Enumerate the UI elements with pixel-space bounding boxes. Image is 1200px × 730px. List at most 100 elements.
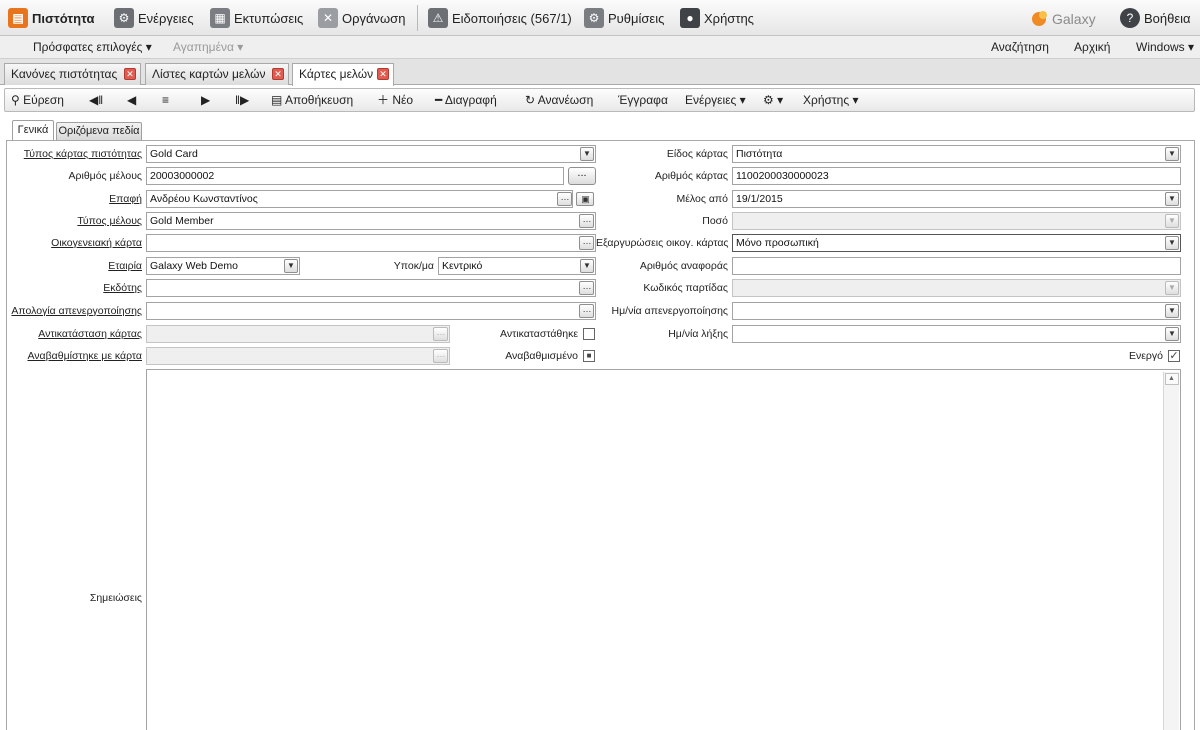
ellipsis-icon[interactable]: … bbox=[579, 281, 594, 295]
family-card-input[interactable] bbox=[146, 234, 596, 252]
menu-settings[interactable]: ⚙ Ρυθμίσεις bbox=[584, 0, 664, 36]
main-menubar: ▤ Πιστότητα ⚙ Ενέργειες ▦ Εκτυπώσεις ✕ Ο… bbox=[0, 0, 1200, 36]
actions-menu-button[interactable]: Ενέργειες ▾ bbox=[685, 89, 746, 111]
contact-card-icon[interactable]: ▣ bbox=[576, 192, 594, 206]
galaxy-logo-icon: Galaxy bbox=[1032, 11, 1096, 27]
reference-number-input[interactable] bbox=[732, 257, 1181, 275]
ellipsis-icon[interactable]: … bbox=[579, 304, 594, 318]
ellipsis-icon: … bbox=[433, 327, 448, 341]
close-icon[interactable]: ✕ bbox=[272, 68, 284, 80]
user-menu-button[interactable]: Χρήστης ▾ bbox=[803, 89, 858, 111]
gears-icon: ⚙ bbox=[114, 8, 134, 28]
issuer-label[interactable]: Εκδότης bbox=[10, 279, 142, 297]
card-kind-select[interactable]: Πιστότητα bbox=[732, 145, 1181, 163]
next-record-button[interactable]: ▶ bbox=[201, 89, 210, 111]
card-replacement-input bbox=[146, 325, 450, 343]
close-icon[interactable]: ✕ bbox=[377, 68, 389, 80]
tab-custom-fields[interactable]: Οριζόμενα πεδία bbox=[56, 122, 142, 140]
menu-settings-label: Ρυθμίσεις bbox=[608, 10, 665, 26]
menu-loyalty[interactable]: ▤ Πιστότητα bbox=[8, 0, 94, 36]
user-icon: ● bbox=[680, 8, 700, 28]
chevron-down-icon[interactable]: ▼ bbox=[1165, 147, 1179, 161]
ellipsis-icon[interactable]: … bbox=[579, 214, 594, 228]
menu-user-label: Χρήστης bbox=[704, 10, 754, 26]
member-number-button[interactable]: ... bbox=[568, 167, 596, 185]
chevron-down-icon[interactable]: ▼ bbox=[1165, 327, 1179, 341]
previous-record-button[interactable]: ◀ bbox=[127, 89, 136, 111]
new-button[interactable]: ＋ Νέο bbox=[377, 89, 413, 111]
help-icon: ? bbox=[1120, 8, 1140, 28]
replaced-checkbox[interactable] bbox=[583, 328, 595, 340]
chevron-down-icon[interactable]: ▼ bbox=[1165, 236, 1179, 250]
previous-icon: ◀ bbox=[127, 93, 137, 107]
company-select[interactable]: Galaxy Web Demo bbox=[146, 257, 300, 275]
recent-menu[interactable]: Πρόσφατες επιλογές ▾ bbox=[33, 36, 152, 59]
scroll-up-icon[interactable]: ▲ bbox=[1164, 373, 1179, 385]
menu-notifications[interactable]: ⚠ Ειδοποιήσεις (567/1) bbox=[428, 0, 572, 36]
refresh-button[interactable]: ↻ Ανανέωση bbox=[525, 89, 593, 111]
reference-number-label: Αριθμός αναφοράς bbox=[639, 260, 728, 272]
last-record-button[interactable]: ‖▶ bbox=[235, 89, 249, 111]
menu-help[interactable]: ? Βοήθεια bbox=[1120, 0, 1191, 36]
upgraded-checkbox[interactable]: ■ bbox=[583, 350, 595, 362]
record-list-button[interactable]: ≡ bbox=[162, 89, 169, 111]
contact-input[interactable]: Ανδρέου Κωνσταντίνος bbox=[146, 190, 573, 208]
deactivation-reason-label[interactable]: Απολογία απενεργοποίησης bbox=[4, 302, 142, 320]
last-record-icon: ‖▶ bbox=[235, 93, 250, 107]
deactivation-date-input[interactable] bbox=[732, 302, 1181, 320]
card-type-label[interactable]: Τύπος κάρτας πιστότητας bbox=[10, 145, 142, 163]
chevron-down-icon[interactable]: ▼ bbox=[284, 259, 298, 273]
family-redemptions-select[interactable]: Μόνο προσωπική bbox=[732, 234, 1181, 252]
windows-menu[interactable]: Windows ▾ bbox=[1136, 36, 1194, 59]
ellipsis-icon[interactable]: … bbox=[557, 192, 572, 206]
save-button[interactable]: ▤ Αποθήκευση bbox=[271, 89, 353, 111]
member-since-date[interactable]: 19/1/2015 bbox=[732, 190, 1181, 208]
card-number-input[interactable]: 1100200030000023 bbox=[732, 167, 1181, 185]
card-replacement-label[interactable]: Αντικατάσταση κάρτας bbox=[10, 325, 142, 343]
first-record-button[interactable]: ◀‖ bbox=[89, 89, 103, 111]
notes-scrollbar[interactable]: ▲ bbox=[1163, 372, 1179, 730]
chevron-down-icon[interactable]: ▼ bbox=[580, 259, 594, 273]
member-number-input[interactable]: 20003000002 bbox=[146, 167, 564, 185]
find-button[interactable]: ⚲ Εύρεση bbox=[11, 89, 64, 111]
issuer-input[interactable] bbox=[146, 279, 596, 297]
favorites-menu[interactable]: Αγαπημένα ▾ bbox=[173, 36, 243, 59]
tab-loyalty-rules-label: Κανόνες πιστότητας bbox=[11, 67, 118, 81]
tab-member-card-lists[interactable]: Λίστες καρτών μελών ✕ bbox=[145, 63, 289, 85]
member-number-label: Αριθμός μέλους bbox=[68, 170, 142, 182]
menu-organize[interactable]: ✕ Οργάνωση bbox=[318, 0, 405, 36]
search-link[interactable]: Αναζήτηση bbox=[991, 36, 1049, 59]
tab-loyalty-rules[interactable]: Κανόνες πιστότητας ✕ bbox=[4, 63, 141, 85]
options-menu-button[interactable]: ⚙ ▾ bbox=[763, 89, 783, 111]
ellipsis-icon[interactable]: … bbox=[579, 236, 594, 250]
expiry-date-input[interactable] bbox=[732, 325, 1181, 343]
replaced-label: Αντικαταστάθηκε bbox=[500, 328, 578, 340]
member-type-label[interactable]: Τύπος μέλους bbox=[10, 212, 142, 230]
amount-select bbox=[732, 212, 1181, 230]
member-type-input[interactable]: Gold Member bbox=[146, 212, 596, 230]
home-link[interactable]: Αρχική bbox=[1074, 36, 1110, 59]
documents-button[interactable]: Έγγραφα bbox=[618, 89, 668, 111]
tab-general[interactable]: Γενικά bbox=[12, 120, 54, 140]
menu-actions[interactable]: ⚙ Ενέργειες bbox=[114, 0, 194, 36]
menu-user[interactable]: ● Χρήστης bbox=[680, 0, 754, 36]
new-label: Νέο bbox=[392, 93, 414, 107]
active-checkbox[interactable]: ✓ bbox=[1168, 350, 1180, 362]
upgraded-with-card-label[interactable]: Αναβαθμίστηκε με κάρτα bbox=[10, 347, 142, 365]
printer-icon: ▦ bbox=[210, 8, 230, 28]
contact-label[interactable]: Επαφή bbox=[10, 190, 142, 208]
menu-prints[interactable]: ▦ Εκτυπώσεις bbox=[210, 0, 303, 36]
family-card-label[interactable]: Οικογενειακή κάρτα bbox=[10, 234, 142, 252]
caret-down-icon: ▾ bbox=[237, 40, 244, 54]
chevron-down-icon[interactable]: ▼ bbox=[580, 147, 594, 161]
chevron-down-icon[interactable]: ▼ bbox=[1165, 192, 1179, 206]
company-label[interactable]: Εταιρία bbox=[10, 257, 142, 275]
branch-select[interactable]: Κεντρικό bbox=[438, 257, 596, 275]
chevron-down-icon[interactable]: ▼ bbox=[1165, 304, 1179, 318]
delete-button[interactable]: ━ Διαγραφή bbox=[435, 89, 497, 111]
tab-member-cards[interactable]: Κάρτες μελών ✕ bbox=[292, 63, 394, 86]
notes-textarea[interactable] bbox=[146, 369, 1181, 730]
deactivation-reason-input[interactable] bbox=[146, 302, 596, 320]
card-type-select[interactable]: Gold Card bbox=[146, 145, 596, 163]
close-icon[interactable]: ✕ bbox=[124, 68, 136, 80]
